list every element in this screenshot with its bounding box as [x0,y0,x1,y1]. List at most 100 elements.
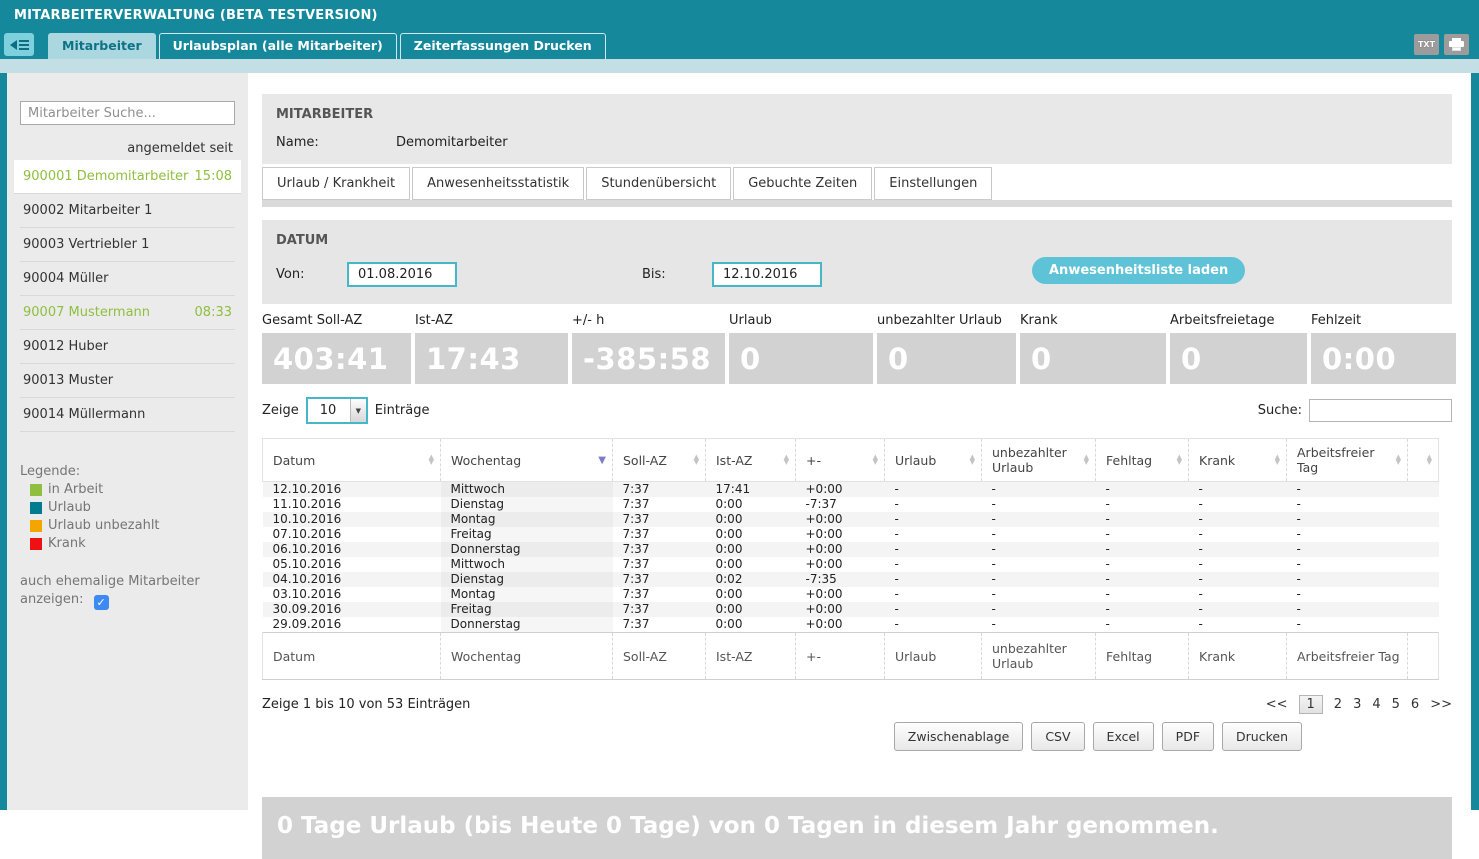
employee-name: 90012 Huber [23,339,108,354]
txt-export-icon[interactable]: TXT [1414,34,1439,55]
collapse-sidebar-button[interactable] [4,33,34,56]
export-zwischenablage-button[interactable]: Zwischenablage [894,722,1024,751]
employee-list-item[interactable]: 90007 Mustermann08:33 [20,296,235,330]
cell-wochentag: Freitag [441,602,613,617]
table-row[interactable]: 06.10.2016Donnerstag7:370:00+0:00----- [263,542,1439,557]
cell-datum: 12.10.2016 [263,482,441,498]
table-row[interactable]: 29.09.2016Donnerstag7:370:00+0:00----- [263,617,1439,633]
column-header-extra[interactable]: ▲▼ [1408,439,1439,482]
cell-urlaub: - [885,512,982,527]
printer-icon[interactable] [1444,34,1469,55]
cell-krank: - [1189,557,1287,572]
employee-list-item[interactable]: 90004 Müller [20,262,235,296]
subtab-urlaub-krankheit[interactable]: Urlaub / Krankheit [262,167,410,200]
tab-zeiterfassungen-drucken[interactable]: Zeiterfassungen Drucken [400,33,606,59]
subtab-gebuchte-zeiten[interactable]: Gebuchte Zeiten [733,167,872,200]
column-header-[interactable]: +-▲▼ [796,439,885,482]
subtab-einstellungen[interactable]: Einstellungen [874,167,992,200]
employee-name: 90002 Mitarbeiter 1 [23,203,152,218]
cell-datum: 03.10.2016 [263,587,441,602]
former-employees-checkbox[interactable]: ✓ [94,595,109,610]
employee-name: 90014 Müllermann [23,407,145,422]
employee-list-item[interactable]: 90014 Müllermann [20,398,235,432]
cell-extra [1408,482,1439,498]
employee-list-item[interactable]: 900001 Demomitarbeiter15:08 [14,160,241,194]
stat-value: 0 [1020,333,1166,384]
stat-unbezahlter-urlaub: unbezahlter Urlaub0 [877,313,1016,384]
legend-label: Krank [48,536,86,551]
employee-list-item[interactable]: 90002 Mitarbeiter 1 [20,194,235,228]
cell-datum: 06.10.2016 [263,542,441,557]
pagination-page-3[interactable]: 3 [1353,697,1361,712]
column-label: Wochentag [451,453,521,468]
employee-list-item[interactable]: 90003 Vertriebler 1 [20,228,235,262]
column-header-soll-az[interactable]: Soll-AZ▲▼ [613,439,706,482]
export-excel-button[interactable]: Excel [1093,722,1154,751]
cell-extra [1408,542,1439,557]
employee-search-input[interactable] [20,101,235,125]
tab-urlaubsplan-alle-mitarbeiter[interactable]: Urlaubsplan (alle Mitarbeiter) [159,33,397,59]
page-size-select[interactable]: 10 ▼ [306,397,368,424]
cell-soll-az: 7:37 [613,542,706,557]
column-header-arbeitsfreier-tag[interactable]: Arbeitsfreier Tag▲▼ [1287,439,1408,482]
cell-krank: - [1189,587,1287,602]
cell-arbeitsfreier-tag: - [1287,527,1408,542]
stat-label: Krank [1020,313,1166,333]
table-search-input[interactable] [1309,399,1452,422]
pagination-page-6[interactable]: 6 [1411,697,1419,712]
cell-extra [1408,527,1439,542]
cell-soll-az: 7:37 [613,572,706,587]
pagination-prev[interactable]: << [1266,697,1288,712]
column-label: Arbeitsfreier Tag [1297,445,1396,475]
table-row[interactable]: 07.10.2016Freitag7:370:00+0:00----- [263,527,1439,542]
employee-list-item[interactable]: 90013 Muster [20,364,235,398]
pagination-page-4[interactable]: 4 [1372,697,1380,712]
attendance-table: Datum▲▼ Wochentag ▼ Soll-AZ▲▼Ist-AZ▲▼+-▲▼Ur… [262,438,1439,680]
pagination-next[interactable]: >> [1430,697,1452,712]
column-header-fehltag[interactable]: Fehltag▲▼ [1096,439,1189,482]
legend-items: in ArbeitUrlaubUrlaub unbezahltKrank [20,482,235,551]
column-header-ist-az[interactable]: Ist-AZ▲▼ [706,439,796,482]
stat-urlaub: Urlaub0 [729,313,873,384]
table-row[interactable]: 03.10.2016Montag7:370:00+0:00----- [263,587,1439,602]
table-row[interactable]: 04.10.2016Dienstag7:370:02-7:35----- [263,572,1439,587]
tab-mitarbeiter[interactable]: Mitarbeiter [48,33,156,59]
cell-soll-az: 7:37 [613,587,706,602]
cell-soll-az: 7:37 [613,482,706,498]
cell-fehltag: - [1096,602,1189,617]
pagination-page-5[interactable]: 5 [1392,697,1400,712]
header-divider-strip [0,59,1479,73]
legend-swatch-icon [30,520,42,532]
table-row[interactable]: 30.09.2016Freitag7:370:00+0:00----- [263,602,1439,617]
pagination-page-2[interactable]: 2 [1334,697,1342,712]
export-drucken-button[interactable]: Drucken [1222,722,1302,751]
column-header-urlaub[interactable]: Urlaub▲▼ [885,439,982,482]
column-header-datum[interactable]: Datum▲▼ [263,439,441,482]
sort-desc-icon: ▼ [598,455,606,466]
pagination-page-1[interactable]: 1 [1299,695,1323,714]
column-header-unbezahlter-urlaub[interactable]: unbezahlter Urlaub▲▼ [982,439,1096,482]
column-header-wochentag[interactable]: Wochentag ▼ [441,439,613,482]
employee-list-item[interactable]: 90012 Huber [20,330,235,364]
show-former-employees: auch ehemalige Mitarbeiter anzeigen: ✓ [20,573,235,610]
export-csv-button[interactable]: CSV [1031,722,1084,751]
table-row[interactable]: 12.10.2016Mittwoch7:3717:41+0:00----- [263,482,1439,498]
cell-datum: 30.09.2016 [263,602,441,617]
legend-item-in-arbeit: in Arbeit [30,482,235,497]
table-row[interactable]: 05.10.2016Mittwoch7:370:00+0:00----- [263,557,1439,572]
sort-icons: ▲▼ [873,455,878,465]
cell-wochentag: Mittwoch [441,557,613,572]
table-body: 12.10.2016Mittwoch7:3717:41+0:00-----11.… [263,482,1439,633]
date-to-input[interactable] [712,262,822,287]
export-pdf-button[interactable]: PDF [1162,722,1214,751]
footer-column-fehltag: Fehltag [1096,633,1189,680]
column-header-krank[interactable]: Krank▲▼ [1189,439,1287,482]
subtab-anwesenheitsstatistik[interactable]: Anwesenheitsstatistik [412,167,584,200]
table-row[interactable]: 10.10.2016Montag7:370:00+0:00----- [263,512,1439,527]
load-attendance-button[interactable]: Anwesenheitsliste laden [1032,257,1245,284]
table-header-row: Datum▲▼ Wochentag ▼ Soll-AZ▲▼Ist-AZ▲▼+-▲▼Ur… [263,439,1439,482]
subtab-stundenübersicht[interactable]: Stundenübersicht [586,167,731,200]
table-row[interactable]: 11.10.2016Dienstag7:370:00-7:37----- [263,497,1439,512]
main-tab-bar: MitarbeiterUrlaubsplan (alle Mitarbeiter… [0,30,1479,59]
date-from-input[interactable] [347,262,457,287]
